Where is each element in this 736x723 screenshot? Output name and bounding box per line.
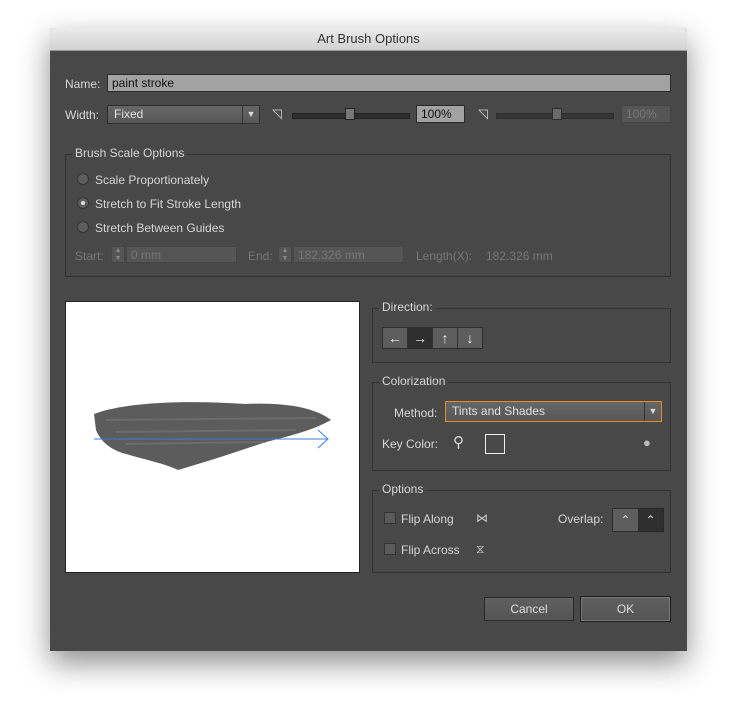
width-value-1[interactable]: 100% bbox=[416, 105, 465, 123]
colorization-title: Colorization bbox=[379, 374, 449, 388]
width-label: Width: bbox=[65, 108, 100, 122]
direction-title: Direction: bbox=[379, 300, 436, 314]
start-stepper: ▲ ▼ bbox=[111, 246, 125, 263]
overlap-buttons: ⌃ ⌃ bbox=[612, 508, 664, 532]
dialog-title: Art Brush Options bbox=[50, 28, 687, 51]
overlap-adjust-button[interactable]: ⌃ bbox=[613, 509, 638, 531]
paint-stroke-preview bbox=[94, 402, 331, 470]
width-slider-1[interactable] bbox=[292, 108, 410, 120]
start-input: 0 mm bbox=[126, 246, 237, 263]
width-select[interactable]: Fixed ▼ bbox=[107, 105, 260, 124]
flip-along-icon: ⋈ bbox=[476, 511, 488, 525]
width-variation-icon-2: ◹ bbox=[478, 106, 488, 121]
method-label: Method: bbox=[394, 406, 438, 420]
direction-right-button[interactable]: → bbox=[408, 328, 433, 348]
length-label: Length(X): bbox=[416, 249, 473, 263]
radio-scale-proportionately[interactable]: Scale Proportionately bbox=[77, 173, 209, 187]
method-select[interactable]: Tints and Shades ▼ bbox=[445, 401, 662, 422]
direction-group: Direction: ← → ↑ ↓ bbox=[372, 300, 671, 363]
direction-left-button[interactable]: ← bbox=[383, 328, 408, 348]
end-stepper: ▲ ▼ bbox=[278, 246, 292, 263]
chevron-down-icon: ▼ bbox=[242, 106, 259, 123]
options-title: Options bbox=[379, 482, 427, 496]
length-value: 182.326 mm bbox=[486, 249, 553, 263]
width-slider-2[interactable] bbox=[496, 108, 614, 120]
direction-down-button[interactable]: ↓ bbox=[458, 328, 482, 348]
ok-button[interactable]: OK bbox=[580, 596, 671, 622]
start-label: Start: bbox=[75, 249, 104, 263]
colorization-group: Colorization Method: Tints and Shades ▼ … bbox=[372, 374, 671, 471]
key-color-label: Key Color: bbox=[382, 437, 439, 451]
method-select-value: Tints and Shades bbox=[452, 404, 545, 418]
brush-scale-title: Brush Scale Options bbox=[72, 146, 188, 160]
width-value-2: 100% bbox=[621, 105, 671, 123]
slider-thumb[interactable] bbox=[345, 108, 355, 120]
width-select-value: Fixed bbox=[114, 107, 144, 121]
tips-lightbulb-icon[interactable]: ● bbox=[643, 435, 651, 450]
brush-scale-options-group: Brush Scale Options Scale Proportionatel… bbox=[65, 146, 671, 277]
direction-up-button[interactable]: ↑ bbox=[433, 328, 458, 348]
art-brush-options-dialog: Art Brush Options Name: paint stroke Wid… bbox=[50, 28, 687, 651]
chevron-down-icon: ▼ bbox=[644, 402, 661, 421]
flip-across-icon: ⧖ bbox=[476, 542, 485, 556]
cancel-button[interactable]: Cancel bbox=[484, 597, 574, 621]
end-input: 182.326 mm bbox=[293, 246, 404, 263]
flip-along-checkbox[interactable]: Flip Along bbox=[384, 512, 454, 526]
eyedropper-icon[interactable]: ⚲ bbox=[453, 433, 464, 451]
name-input[interactable]: paint stroke bbox=[107, 74, 671, 92]
radio-stretch-to-fit[interactable]: Stretch to Fit Stroke Length bbox=[77, 197, 241, 211]
slider-thumb[interactable] bbox=[552, 108, 562, 120]
options-group: Options Flip Along ⋈ Flip Across ⧖ Overl… bbox=[372, 482, 671, 573]
flip-across-checkbox[interactable]: Flip Across bbox=[384, 543, 460, 557]
direction-buttons: ← → ↑ ↓ bbox=[382, 327, 483, 349]
overlap-no-adjust-button[interactable]: ⌃ bbox=[638, 509, 663, 531]
radio-stretch-between-guides[interactable]: Stretch Between Guides bbox=[77, 221, 224, 235]
brush-preview bbox=[65, 301, 360, 573]
end-label: End: bbox=[248, 249, 273, 263]
key-color-swatch[interactable] bbox=[485, 434, 505, 454]
name-label: Name: bbox=[65, 77, 101, 91]
width-variation-icon: ◹ bbox=[272, 106, 282, 121]
overlap-label: Overlap: bbox=[558, 512, 604, 526]
